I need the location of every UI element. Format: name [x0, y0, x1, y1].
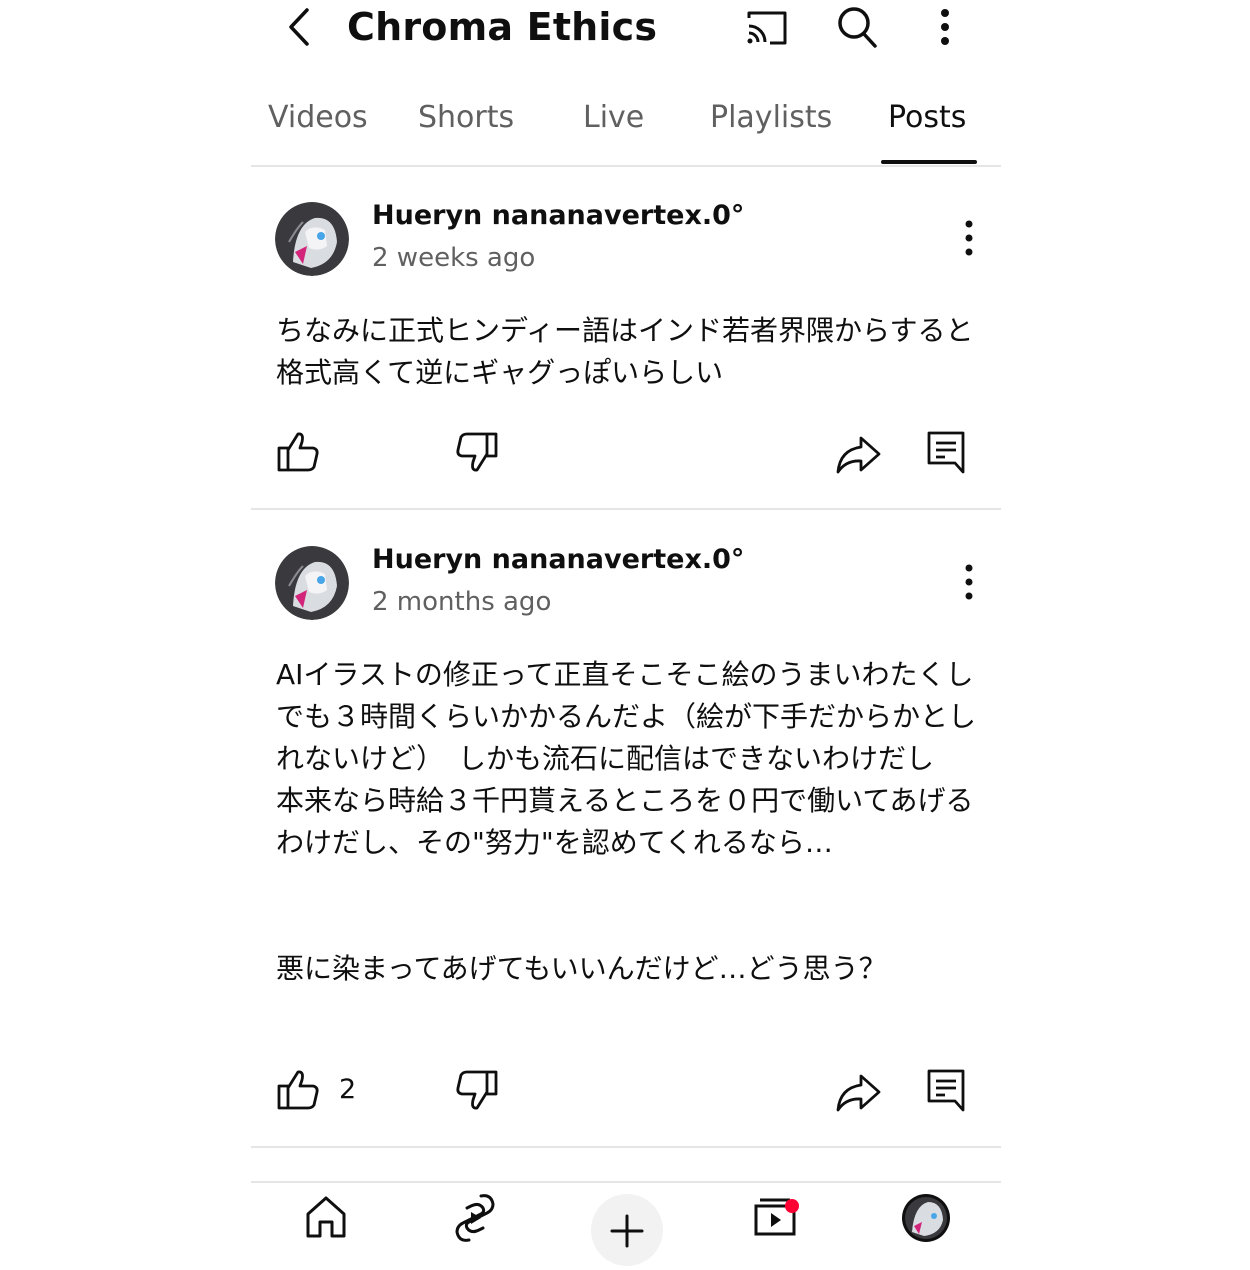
post-text: AIイラストの修正って正直そこそこ絵のうまいわたくしでも３時間くらいかかるんだよ… — [276, 658, 977, 985]
share-icon[interactable] — [834, 1068, 882, 1116]
tab-shorts[interactable]: Shorts — [418, 96, 514, 140]
bottom-nav-divider — [251, 1181, 1001, 1183]
share-icon[interactable] — [834, 430, 882, 478]
post-divider — [251, 508, 1001, 510]
like-icon[interactable] — [275, 428, 323, 476]
post-more-icon[interactable] — [954, 216, 984, 260]
dislike-icon[interactable] — [452, 1066, 500, 1114]
active-tab-indicator — [881, 160, 977, 164]
comment-icon[interactable] — [923, 428, 971, 476]
post-author[interactable]: Hueryn nananavertex.0° — [372, 542, 744, 578]
more-vertical-icon[interactable] — [927, 6, 963, 50]
channel-posts-screen: Chroma Ethics Videos Shorts Live Playlis… — [251, 0, 1001, 1266]
like-icon[interactable] — [275, 1066, 323, 1114]
channel-title: Chroma Ethics — [347, 5, 658, 49]
post-timestamp: 2 weeks ago — [372, 243, 536, 273]
post-timestamp: 2 months ago — [372, 587, 552, 617]
comment-icon[interactable] — [923, 1066, 971, 1114]
back-arrow-icon[interactable] — [281, 4, 317, 50]
tabs-divider — [251, 165, 1001, 167]
nav-you-avatar[interactable] — [896, 1190, 956, 1246]
post-text: ちなみに正式ヒンディー語はインド若者界隈からすると格式高くて逆にギャグっぽいらし… — [276, 314, 974, 389]
post-divider — [251, 1146, 1001, 1148]
tab-posts[interactable]: Posts — [888, 96, 966, 140]
create-button[interactable] — [591, 1194, 663, 1266]
dislike-icon[interactable] — [452, 428, 500, 476]
cast-icon[interactable] — [745, 6, 789, 50]
nav-shorts-icon[interactable] — [445, 1190, 505, 1246]
nav-subscriptions-icon[interactable] — [746, 1190, 806, 1246]
tab-playlists[interactable]: Playlists — [710, 96, 832, 140]
post-author[interactable]: Hueryn nananavertex.0° — [372, 198, 744, 234]
tab-live[interactable]: Live — [583, 96, 644, 140]
avatar[interactable] — [275, 546, 349, 620]
like-count: 2 — [339, 1074, 357, 1105]
tab-videos[interactable]: Videos — [268, 96, 368, 140]
post-more-icon[interactable] — [954, 560, 984, 604]
search-icon[interactable] — [835, 4, 879, 50]
nav-home-icon[interactable] — [296, 1190, 356, 1246]
avatar[interactable] — [275, 202, 349, 276]
